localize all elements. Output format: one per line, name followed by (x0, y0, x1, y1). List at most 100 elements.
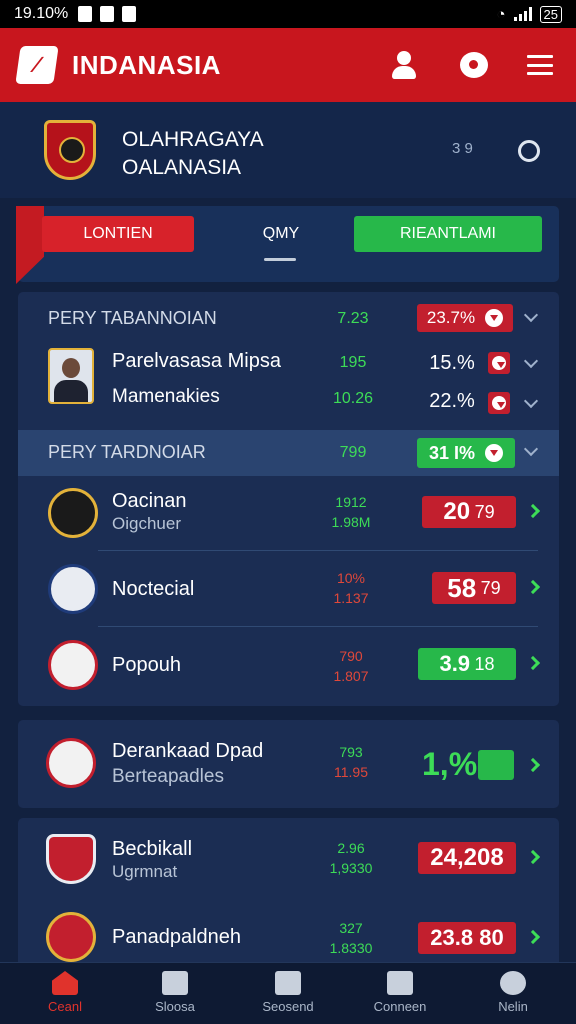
team-stat-1: 10% (336, 570, 366, 586)
tab-underline (264, 258, 296, 261)
app-title: INDANASIA (72, 49, 221, 80)
standings-card: PERY TABANNOIAN 7.23 23.7% Parelvasasa M… (18, 292, 559, 706)
section2-value: 799 (339, 444, 367, 461)
tab-left[interactable]: LONTIEN (42, 216, 194, 252)
player-avatar (48, 348, 94, 404)
section1-pill: 23.7% (417, 304, 513, 332)
bottom-nav: Ceanl Sloosa Seosend Conneen Nelin (0, 962, 576, 1024)
notification-bell-icon (460, 52, 488, 78)
player-percent: 15.% (429, 352, 475, 374)
team-name: Derankaad Dpad (112, 740, 264, 762)
team-name: Oacinan (112, 490, 187, 512)
section1-value: 7.23 (337, 310, 369, 327)
tab-middle[interactable]: QMY (246, 216, 316, 252)
chevron-down-icon[interactable] (523, 393, 539, 409)
team-score: 58 79 (432, 572, 516, 604)
flag-dot-icon (492, 356, 506, 370)
team-card[interactable]: Derankaad Dpad Berteapadles 793 11.95 1,% (18, 720, 559, 808)
nav-label: Sloosa (155, 999, 195, 1014)
team-score[interactable]: 23.8 80 (418, 922, 516, 954)
section2-pill-text: 31 I% (428, 442, 476, 463)
score-sub: 79 (474, 501, 495, 522)
flag-icon (488, 352, 510, 374)
home-icon (52, 971, 78, 995)
app-bar: ∕ INDANASIA (0, 28, 576, 102)
section2-pill: 31 I% (417, 438, 515, 468)
team-score: 3.9 18 (418, 648, 516, 680)
team-badge (46, 912, 96, 962)
notifications-button[interactable] (454, 45, 494, 85)
hero-title-line1: OLAHRAGAYA (122, 128, 264, 151)
hero-title-line2: OALANASIA (122, 156, 242, 179)
divider (98, 550, 538, 551)
team-subtitle: Oigchuer (112, 514, 181, 533)
hero-title: OLAHRAGAYA OALANASIA (122, 126, 264, 182)
player-name: Parelvasasa Mipsa (112, 350, 281, 372)
profile-button[interactable] (384, 45, 424, 85)
team-stats: 790 1.807 (321, 646, 381, 686)
chevron-right-icon[interactable] (525, 579, 541, 595)
search-icon[interactable] (518, 140, 540, 162)
team-badge (46, 738, 96, 788)
team-stat-1: 1912 (335, 494, 367, 510)
flag-icon (485, 309, 504, 327)
menu-button[interactable] (520, 45, 560, 85)
tab-right[interactable]: RIEANTLAMI (354, 216, 542, 252)
app-icon (100, 6, 115, 22)
flag-icon (488, 392, 510, 414)
player-value: 10.26 (332, 390, 374, 407)
signal-icon (513, 7, 532, 21)
chevron-right-icon[interactable] (525, 503, 541, 519)
chevron-right-icon[interactable] (525, 655, 541, 671)
nav-label: Conneen (373, 999, 427, 1014)
team-stats: 2.96 1,9330 (321, 838, 381, 878)
lock-icon (122, 6, 137, 22)
flag-icon (478, 750, 514, 780)
team-stat-2: 1,9330 (329, 860, 373, 876)
nav-label: Seosend (262, 999, 314, 1014)
section2-title: PERY TARDNOIAR (48, 442, 206, 462)
team-name: Noctecial (112, 578, 195, 600)
clipboard-icon (275, 971, 301, 995)
flag-icon (485, 444, 504, 462)
chevron-right-icon[interactable] (525, 929, 541, 945)
team-stat-2: 1.807 (333, 668, 369, 684)
hero-header: OLAHRAGAYA OALANASIA 3 9 (0, 102, 576, 198)
shield-logo-icon[interactable]: ∕ (15, 46, 59, 84)
team-name: Panadpaldneh (112, 926, 242, 948)
hero-value: 3 9 (452, 140, 473, 157)
search-icon (500, 971, 526, 995)
notification-icon (78, 6, 93, 22)
team-score[interactable]: 24,208 (418, 842, 516, 874)
status-right: ◔ 25 (496, 5, 562, 23)
tab-bar: LONTIEN QMY RIEANTLAMI (16, 206, 559, 284)
player-percent: 22.% (429, 390, 475, 412)
status-time: 19.10% (14, 5, 69, 22)
hamburger-menu-icon (527, 55, 553, 75)
chevron-right-icon[interactable] (525, 849, 541, 865)
nav-chat[interactable]: Conneen (355, 971, 445, 1014)
team-stat-1: 790 (339, 648, 363, 664)
nav-book[interactable]: Sloosa (130, 971, 220, 1014)
chevron-right-icon[interactable] (525, 757, 541, 773)
status-bar: 19.10% ◔ 25 (0, 0, 576, 28)
flag-dot-icon (492, 396, 506, 410)
chat-icon (387, 971, 413, 995)
chevron-down-icon[interactable] (523, 353, 539, 369)
book-icon (162, 971, 188, 995)
score-main: 3.9 (439, 651, 471, 676)
user-icon (391, 51, 417, 79)
battery-indicator: 25 (539, 5, 562, 23)
player-name: Mamenakies (112, 386, 220, 407)
team-stat-2: 1.8330 (329, 940, 373, 956)
score-sub: 79 (480, 577, 501, 598)
nav-clipboard[interactable]: Seosend (243, 971, 333, 1014)
score-main: 20 (443, 498, 471, 525)
section1-pill-text: 23.7% (426, 308, 476, 327)
nav-home[interactable]: Ceanl (20, 971, 110, 1014)
score-sub: 18 (474, 653, 495, 674)
team-name: Becbikall (112, 838, 193, 860)
chevron-down-icon[interactable] (523, 307, 539, 323)
team-stat-1: 793 (339, 744, 363, 760)
nav-search[interactable]: Nelin (468, 971, 558, 1014)
